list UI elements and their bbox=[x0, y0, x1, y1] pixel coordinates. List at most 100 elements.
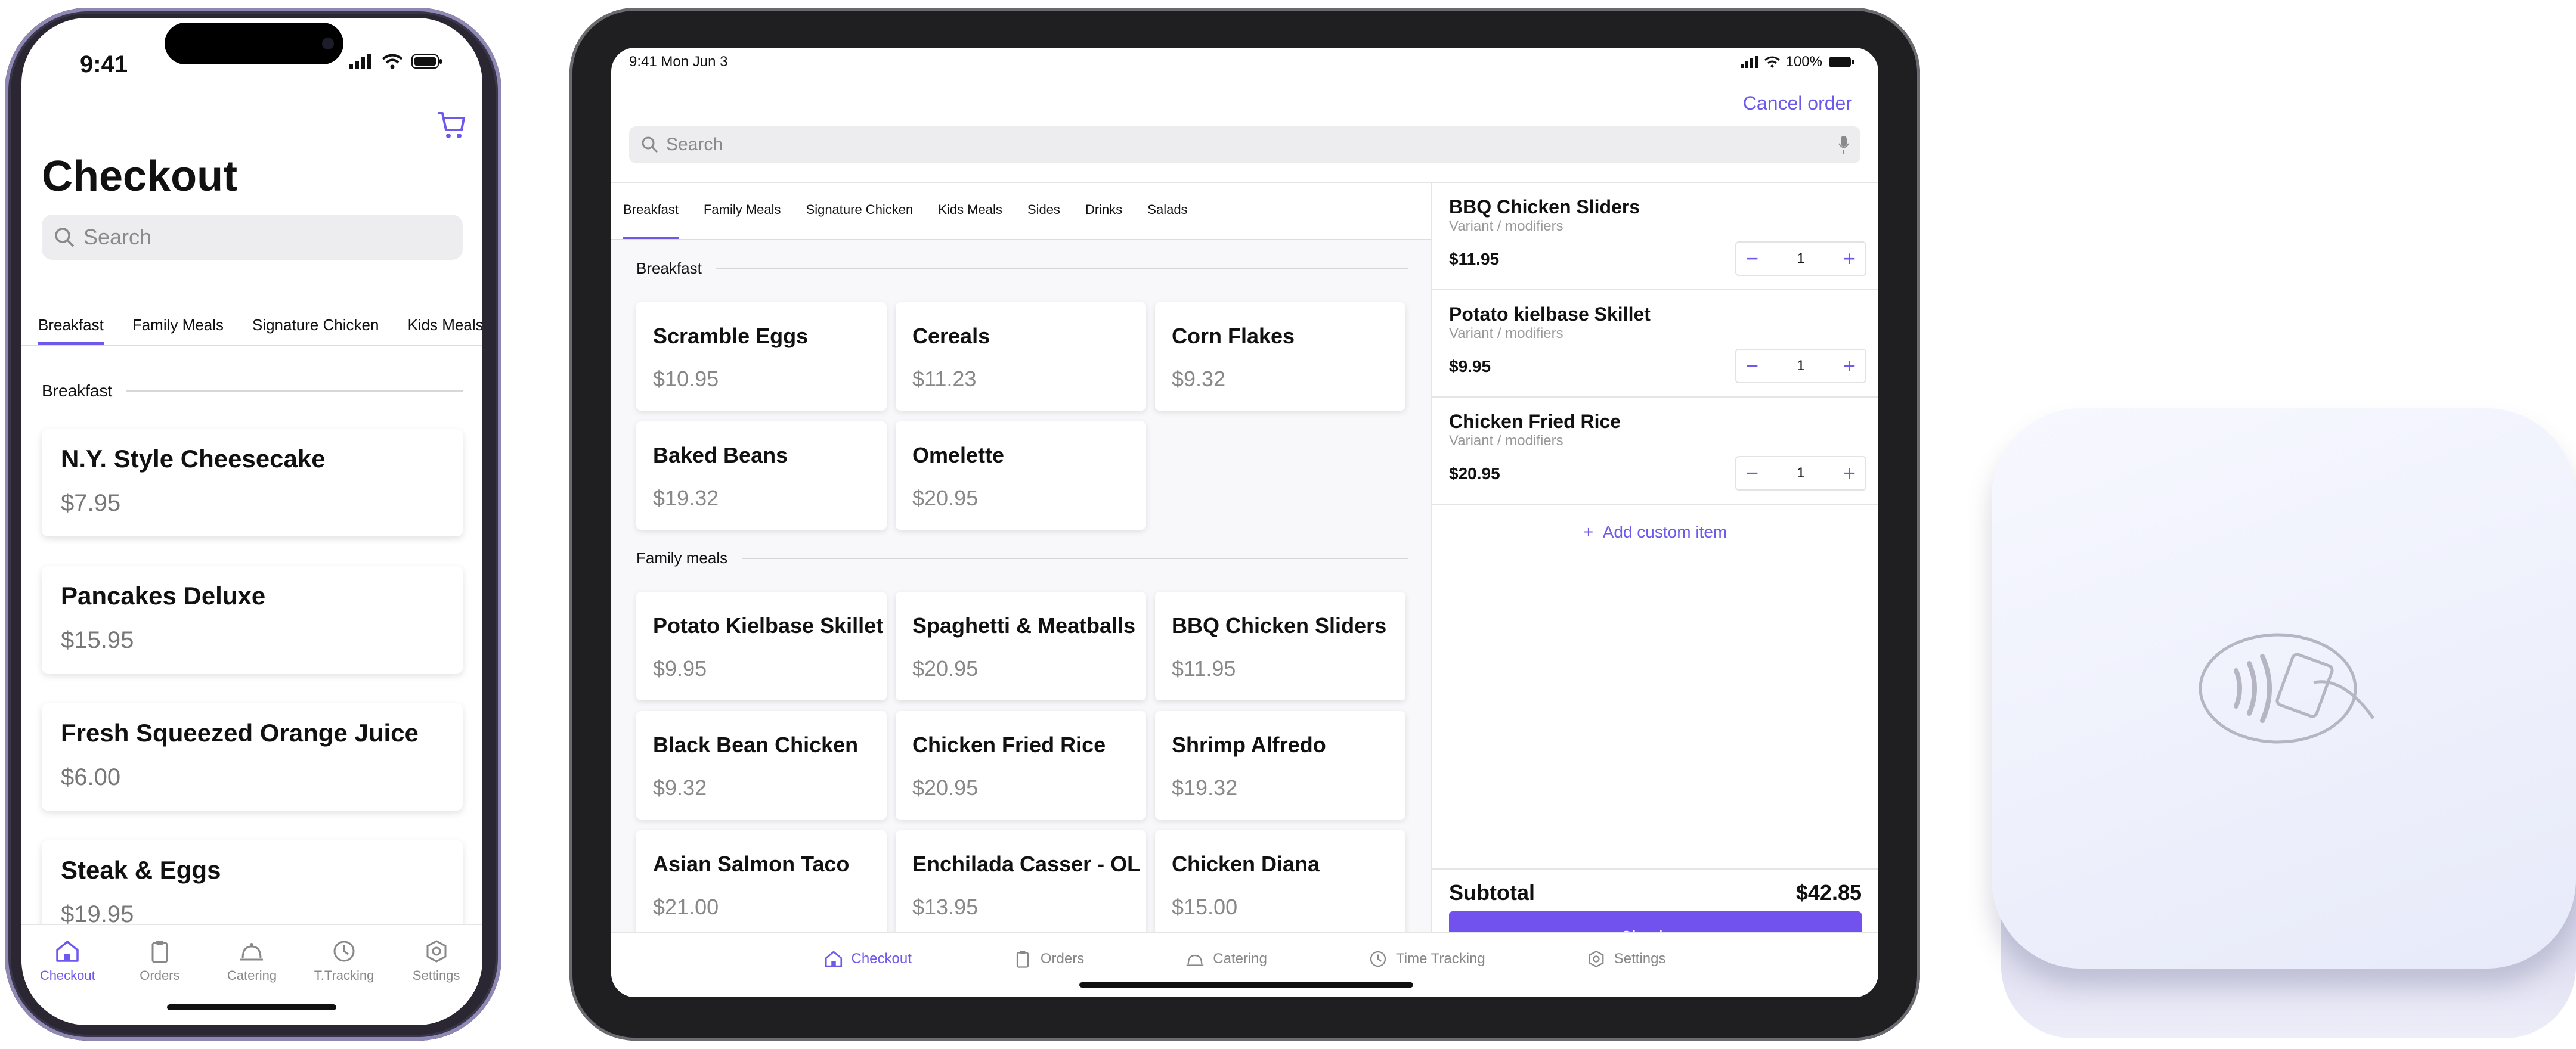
cart-item[interactable]: BBQ Chicken Sliders Variant / modifiers … bbox=[1432, 183, 1878, 290]
item-name: Asian Salmon Taco bbox=[653, 852, 850, 876]
menu-item-card[interactable]: Black Bean Chicken $9.32 bbox=[636, 711, 887, 820]
minus-icon[interactable]: − bbox=[1746, 246, 1758, 271]
item-name: Corn Flakes bbox=[1172, 324, 1295, 348]
minus-icon[interactable]: − bbox=[1746, 461, 1758, 486]
add-custom-item-button[interactable]: + Add custom item bbox=[1432, 523, 1878, 542]
clock-icon bbox=[1370, 951, 1386, 967]
tab-kids-meals[interactable]: Kids Meals bbox=[938, 183, 1002, 239]
item-price: $7.95 bbox=[61, 490, 121, 516]
search-input[interactable]: Search bbox=[42, 215, 463, 260]
item-name: Spaghetti & Meatballs bbox=[912, 613, 1136, 638]
plus-icon[interactable]: + bbox=[1843, 461, 1856, 486]
item-price: $20.95 bbox=[912, 656, 979, 681]
tab-signature-chicken[interactable]: Signature Chicken bbox=[806, 183, 914, 239]
menu-item-card[interactable]: Potato Kielbase Skillet $9.95 bbox=[636, 592, 887, 700]
order-panel: BBQ Chicken Sliders Variant / modifiers … bbox=[1432, 182, 1878, 963]
section-divider bbox=[126, 390, 463, 392]
tab-breakfast[interactable]: Breakfast bbox=[38, 298, 104, 345]
cart-item-price: $20.95 bbox=[1449, 464, 1500, 483]
tabbar-settings[interactable]: Settings bbox=[1587, 947, 1666, 971]
tabbar-label: Time Tracking bbox=[1395, 951, 1485, 967]
tab-sides[interactable]: Sides bbox=[1027, 183, 1060, 239]
menu-item-card[interactable]: Cereals $11.23 bbox=[896, 302, 1146, 411]
minus-icon[interactable]: − bbox=[1746, 353, 1758, 378]
menu-item-card[interactable]: Chicken Diana $15.00 bbox=[1155, 830, 1405, 932]
menu-item-card[interactable]: Enchilada Casser - OL $13.95 bbox=[896, 830, 1146, 932]
menu-item-card[interactable]: Omelette $20.95 bbox=[896, 421, 1146, 530]
menu-item-card[interactable]: Shrimp Alfredo $19.32 bbox=[1155, 711, 1405, 820]
dynamic-island bbox=[165, 23, 343, 64]
cart-item[interactable]: Chicken Fried Rice Variant / modifiers $… bbox=[1432, 398, 1878, 505]
menu-item-card[interactable]: Pancakes Deluxe $15.95 bbox=[42, 566, 463, 674]
cart-item-name: Potato kielbase Skillet bbox=[1449, 303, 1651, 325]
item-name: Enchilada Casser - OL bbox=[912, 852, 1141, 876]
tabbar-checkout[interactable]: Checkout bbox=[26, 939, 109, 1025]
cart-item-price: $9.95 bbox=[1449, 357, 1491, 375]
item-name: Omelette bbox=[912, 443, 1005, 467]
item-name: Baked Beans bbox=[653, 443, 788, 467]
tab-breakfast[interactable]: Breakfast bbox=[623, 183, 679, 239]
cloche-icon bbox=[1187, 954, 1204, 966]
battery-icon bbox=[1829, 57, 1854, 67]
tabbar-time-tracking[interactable]: T.Tracking bbox=[302, 939, 386, 1025]
plus-icon[interactable]: + bbox=[1843, 353, 1856, 378]
item-name: Cereals bbox=[912, 324, 990, 348]
tab-kids-meals[interactable]: Kids Meals bbox=[407, 298, 482, 345]
menu-item-card[interactable]: Asian Salmon Taco $21.00 bbox=[636, 830, 887, 932]
cart-icon[interactable] bbox=[433, 107, 469, 143]
tabbar-time-tracking[interactable]: Time Tracking bbox=[1368, 947, 1485, 971]
home-icon bbox=[56, 941, 79, 962]
tab-family-meals[interactable]: Family Meals bbox=[132, 298, 224, 345]
wifi-icon bbox=[1764, 56, 1780, 68]
tab-signature-chicken[interactable]: Signature Chicken bbox=[252, 298, 379, 345]
section-header: Breakfast bbox=[636, 259, 1408, 278]
tabbar-label: Checkout bbox=[851, 951, 912, 967]
category-tabs: Breakfast Family Meals Signature Chicken… bbox=[21, 298, 482, 346]
cart-item-variant: Variant / modifiers bbox=[1449, 433, 1563, 449]
tablet-screen: 9:41 Mon Jun 3 100% Cancel order Search … bbox=[611, 48, 1878, 997]
item-name: Scramble Eggs bbox=[653, 324, 809, 348]
tabbar-catering[interactable]: Catering bbox=[210, 939, 293, 1025]
section-divider bbox=[742, 557, 1408, 559]
cart-item[interactable]: Potato kielbase Skillet Variant / modifi… bbox=[1432, 290, 1878, 398]
section-title: Breakfast bbox=[42, 381, 113, 400]
tab-family-meals[interactable]: Family Meals bbox=[704, 183, 781, 239]
item-price: $10.95 bbox=[653, 367, 719, 391]
tabbar-orders[interactable]: Orders bbox=[1013, 947, 1084, 971]
quantity-stepper: − 1 + bbox=[1735, 456, 1866, 491]
clipboard-icon bbox=[1016, 951, 1029, 968]
plus-icon: + bbox=[1583, 523, 1594, 541]
cart-item-variant: Variant / modifiers bbox=[1449, 218, 1563, 234]
tabbar-checkout[interactable]: Checkout bbox=[824, 947, 912, 971]
plus-icon[interactable]: + bbox=[1843, 246, 1856, 271]
menu-item-card[interactable]: Baked Beans $19.32 bbox=[636, 421, 887, 530]
microphone-icon[interactable] bbox=[1838, 135, 1850, 155]
section-header: Breakfast bbox=[42, 381, 463, 401]
menu-item-card[interactable]: Spaghetti & Meatballs $20.95 bbox=[896, 592, 1146, 700]
menu-item-card[interactable]: Fresh Squeezed Orange Juice $6.00 bbox=[42, 703, 463, 811]
item-name: N.Y. Style Cheesecake bbox=[61, 445, 326, 473]
menu-item-card[interactable]: Chicken Fried Rice $20.95 bbox=[896, 711, 1146, 820]
phone-screen: 9:41 Checkout Search Breakfast Family Me… bbox=[21, 18, 482, 1025]
tab-drinks[interactable]: Drinks bbox=[1085, 183, 1122, 239]
menu-item-card[interactable]: N.Y. Style Cheesecake $7.95 bbox=[42, 429, 463, 536]
quantity-stepper: − 1 + bbox=[1735, 241, 1866, 276]
menu-item-card[interactable]: Corn Flakes $9.32 bbox=[1155, 302, 1405, 411]
menu-item-card[interactable]: BBQ Chicken Sliders $11.95 bbox=[1155, 592, 1405, 700]
section-title: Breakfast bbox=[636, 259, 702, 277]
menu-item-card[interactable]: Scramble Eggs $10.95 bbox=[636, 302, 887, 411]
tabbar-label: Catering bbox=[1213, 951, 1267, 967]
item-price: $20.95 bbox=[912, 486, 979, 510]
item-price: $20.95 bbox=[912, 775, 979, 800]
tabbar-settings[interactable]: Settings bbox=[395, 939, 478, 1025]
cancel-order-button[interactable]: Cancel order bbox=[1743, 92, 1852, 114]
item-price: $19.32 bbox=[653, 486, 719, 510]
item-price: $6.00 bbox=[61, 764, 121, 790]
tabbar-label: Orders bbox=[1040, 951, 1085, 967]
status-icons bbox=[349, 54, 442, 69]
search-input[interactable]: Search bbox=[629, 126, 1860, 163]
tabbar-orders[interactable]: Orders bbox=[118, 939, 202, 1025]
tabbar-label: Orders bbox=[140, 968, 180, 983]
tabbar-catering[interactable]: Catering bbox=[1185, 947, 1267, 971]
tab-salads[interactable]: Salads bbox=[1147, 183, 1187, 239]
